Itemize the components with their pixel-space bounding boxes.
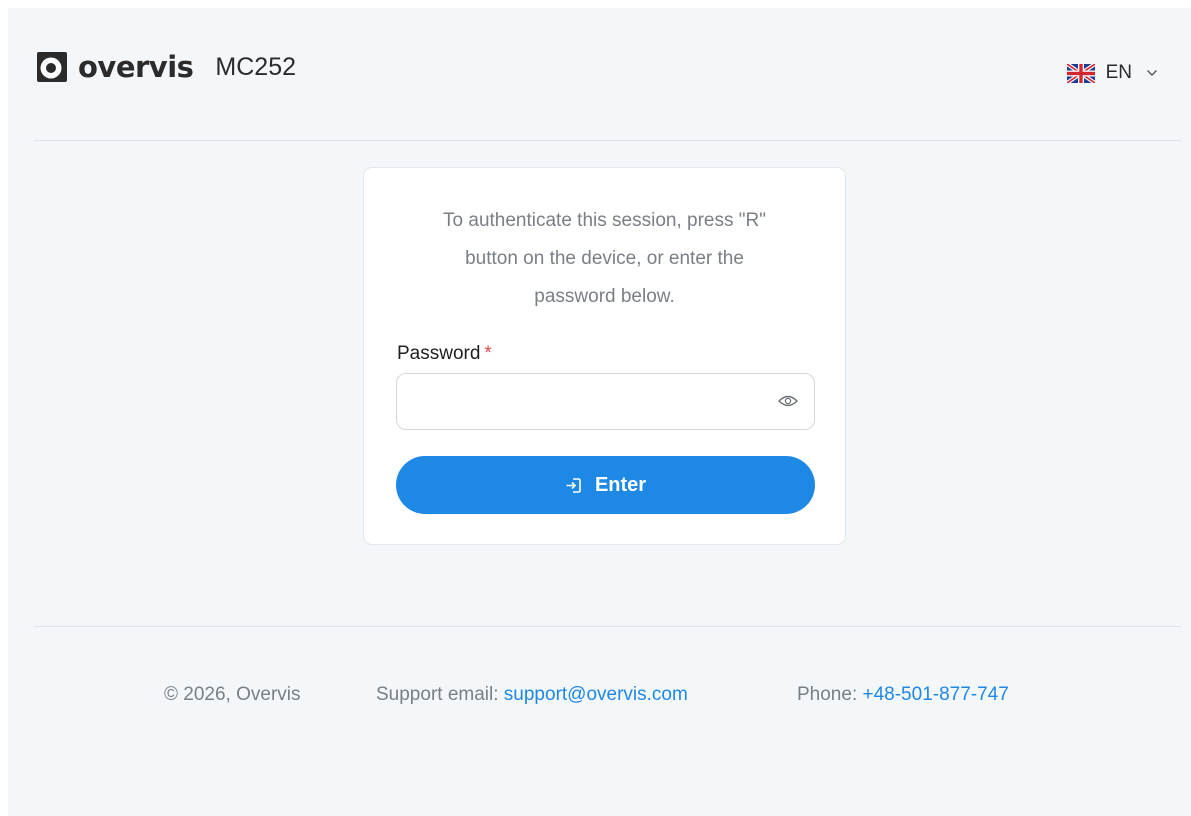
required-marker: * [484,343,492,364]
page: overvis MC252 EN To authenticate this se… [8,8,1191,816]
uk-flag-icon [1066,63,1095,83]
password-input[interactable] [409,374,763,431]
password-label-text: Password [397,343,481,364]
support-email-link[interactable]: support@overvis.com [504,684,688,705]
password-field[interactable] [396,373,815,431]
header-divider [34,140,1181,141]
phone-link[interactable]: +48-501-877-747 [863,684,1009,705]
support-email-label: Support email: [376,684,504,705]
device-model: MC252 [215,53,296,81]
copyright: © 2026, Overvis [164,684,301,705]
enter-button-label: Enter [594,473,647,496]
support-contact: Support email: support@overvis.com [376,684,688,706]
brand-name: overvis [78,50,194,84]
password-label: Password * [397,343,492,365]
show-password-icon[interactable] [778,394,798,408]
footer-divider [34,626,1181,627]
login-icon [566,477,581,493]
auth-instructions-line: To authenticate this session, press "R" [443,210,766,231]
auth-instructions: To authenticate this session, press "R" … [404,202,805,316]
phone-label: Phone: [797,684,863,705]
login-card: To authenticate this session, press "R" … [363,167,846,545]
footer: © 2026, Overvis Support email: support@o… [8,684,1191,714]
auth-instructions-line: password below. [534,286,675,307]
header: overvis MC252 EN [8,8,1191,140]
enter-button[interactable]: Enter [396,456,815,514]
language-selector[interactable]: EN [1066,62,1158,84]
brand-logo[interactable]: overvis MC252 [34,49,296,85]
chevron-down-icon [1147,70,1157,76]
auth-instructions-line: button on the device, or enter the [465,248,744,269]
phone-contact: Phone: +48-501-877-747 [797,684,1009,706]
language-code: EN [1105,62,1132,83]
overvis-logo-icon [37,52,67,82]
